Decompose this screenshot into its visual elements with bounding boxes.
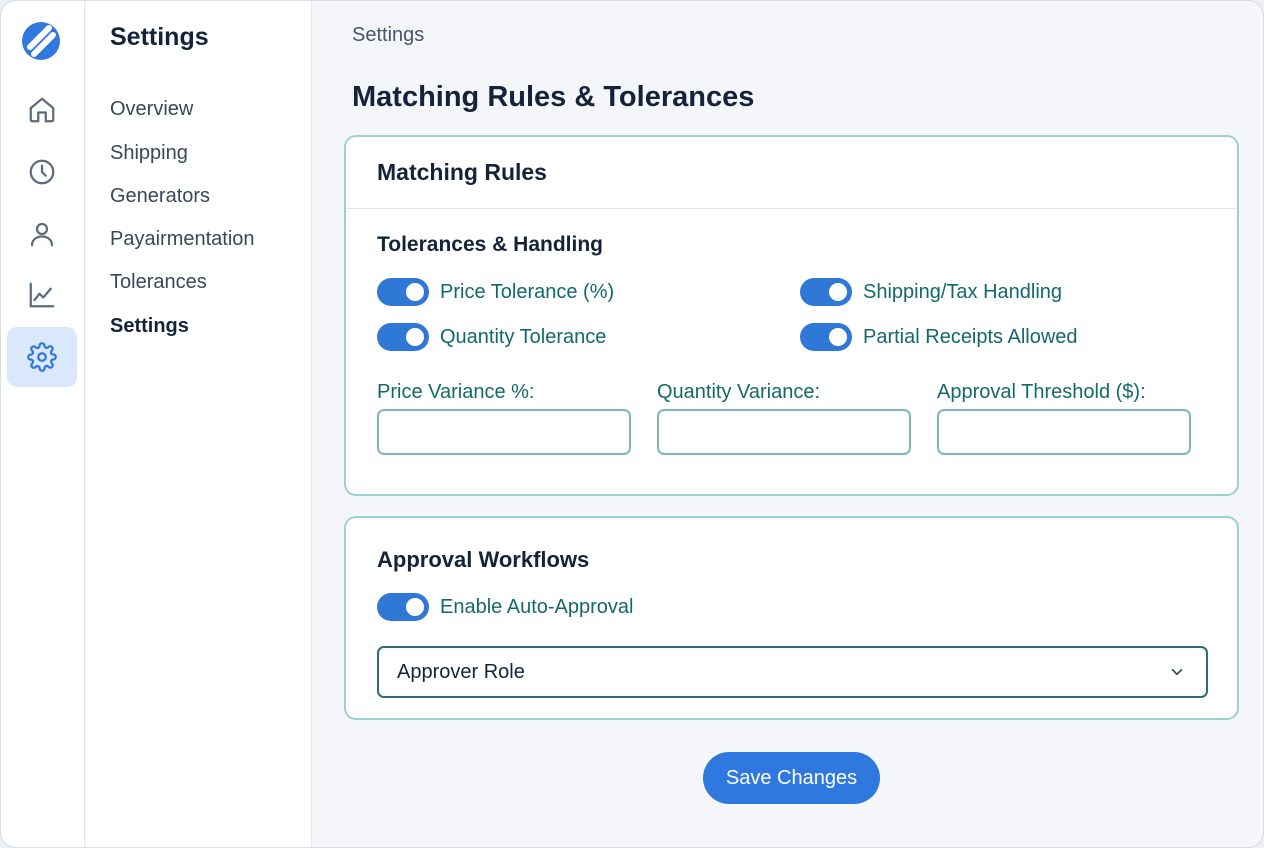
partial-receipts-toggle[interactable]: Partial Receipts Allowed <box>800 323 1078 351</box>
nav-item-overview[interactable]: Overview <box>110 98 193 121</box>
toggle-label: Enable Auto-Approval <box>440 595 634 618</box>
shipping-tax-toggle[interactable]: Shipping/Tax Handling <box>800 278 1062 306</box>
nav-item-generators[interactable]: Generators <box>110 185 210 208</box>
auto-approval-toggle[interactable]: Enable Auto-Approval <box>377 593 633 621</box>
toggle-switch[interactable] <box>377 278 429 306</box>
rail-history[interactable] <box>7 142 77 202</box>
select-value: Approver Role <box>397 660 525 683</box>
approver-role-select[interactable]: Approver Role <box>377 646 1208 698</box>
nav-item-settings[interactable]: Settings <box>110 315 189 338</box>
rail-settings[interactable] <box>7 327 77 387</box>
price-tolerance-toggle[interactable]: Price Tolerance (%) <box>377 278 614 306</box>
price-variance-label: Price Variance %: <box>377 381 535 403</box>
rail-profile[interactable] <box>7 204 77 264</box>
section-title: Tolerances & Handling <box>377 233 603 256</box>
settings-nav: Settings Overview Shipping Generators Pa… <box>86 1 312 847</box>
approval-threshold-input[interactable] <box>937 409 1191 455</box>
nav-item-tolerances[interactable]: Tolerances <box>110 271 207 294</box>
breadcrumb[interactable]: Settings <box>352 24 424 47</box>
chevron-down-icon <box>1171 668 1183 676</box>
card-title: Matching Rules <box>346 137 1237 209</box>
quantity-variance-label: Quantity Variance: <box>657 381 821 403</box>
toggle-label: Price Tolerance (%) <box>440 280 615 303</box>
clock-icon <box>29 159 55 185</box>
price-variance-input[interactable] <box>377 409 631 455</box>
approval-workflows-card: Approval Workflows Enable Auto-Approval … <box>344 516 1239 720</box>
toggle-switch[interactable] <box>800 323 852 351</box>
toggle-switch[interactable] <box>377 323 429 351</box>
nav-item-shipping[interactable]: Shipping <box>110 142 188 165</box>
rail-analytics[interactable] <box>7 265 77 325</box>
matching-rules-card: Matching Rules Tolerances & Handling Pri… <box>344 135 1239 496</box>
home-icon <box>29 97 55 123</box>
toggle-label: Partial Receipts Allowed <box>863 325 1078 348</box>
quantity-variance-input[interactable] <box>657 409 911 455</box>
card-title: Approval Workflows <box>377 547 590 572</box>
toggle-label: Shipping/Tax Handling <box>863 280 1063 303</box>
approval-threshold-label: Approval Threshold ($): <box>937 381 1146 403</box>
rail-home[interactable] <box>7 80 77 140</box>
icon-rail <box>1 1 85 847</box>
page-title: Matching Rules & Tolerances <box>352 81 755 113</box>
gear-icon <box>27 342 57 372</box>
user-icon <box>30 222 54 247</box>
toggle-switch[interactable] <box>800 278 852 306</box>
logo-icon <box>19 19 63 63</box>
chart-icon <box>29 282 55 308</box>
toggle-switch[interactable] <box>377 593 429 621</box>
save-changes-button[interactable]: Save Changes <box>703 752 880 804</box>
app-window: Settings Overview Shipping Generators Pa… <box>0 0 1264 848</box>
quantity-tolerance-toggle[interactable]: Quantity Tolerance <box>377 323 606 351</box>
nav-item-payment[interactable]: Payairmentation <box>110 228 255 251</box>
toggle-label: Quantity Tolerance <box>440 325 607 348</box>
nav-title: Settings <box>110 23 209 51</box>
